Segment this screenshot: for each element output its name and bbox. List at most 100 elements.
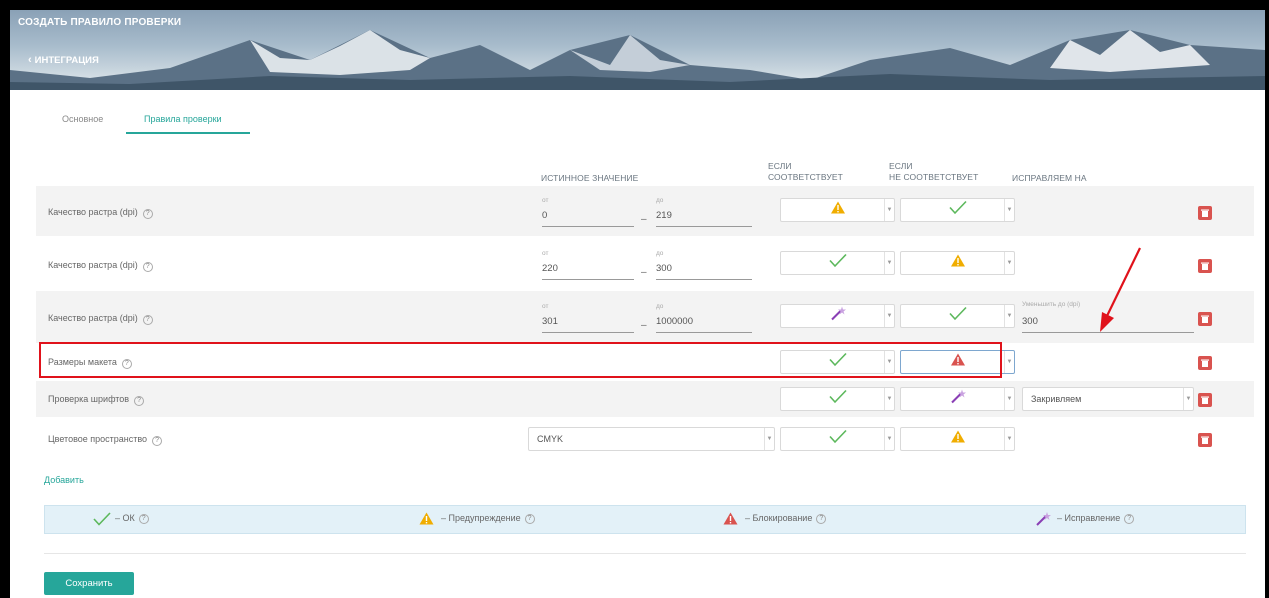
rule-label-text: Качество растра (dpi) <box>48 260 138 270</box>
value-select-value: CMYK <box>537 434 564 444</box>
chevron-down-icon: ▼ <box>884 252 894 274</box>
warning-icon <box>830 201 845 219</box>
header-banner: СОЗДАТЬ ПРАВИЛО ПРОВЕРКИ ‹ ИНТЕГРАЦИЯ <box>10 10 1265 90</box>
rule-label-text: Проверка шрифтов <box>48 394 130 404</box>
chevron-down-icon: ▼ <box>1004 351 1014 373</box>
check-icon <box>828 253 847 273</box>
legend-block-label: – Блокирование <box>745 513 813 523</box>
magic-wand-icon <box>1035 512 1051 528</box>
column-header-if-match-line2: СООТВЕТСТВУЕТ <box>768 172 843 182</box>
trash-icon <box>1201 209 1209 217</box>
help-icon[interactable]: ? <box>142 262 153 272</box>
if-match-select[interactable]: ▼ <box>780 427 895 451</box>
help-icon[interactable]: ? <box>816 513 827 524</box>
delete-rule-button[interactable] <box>1198 433 1212 447</box>
if-not-match-select[interactable]: ▼ <box>900 427 1015 451</box>
range-from-input[interactable]: 0 <box>542 210 634 227</box>
trash-icon <box>1201 396 1209 404</box>
check-icon <box>948 306 967 326</box>
value-select[interactable]: CMYK ▼ <box>528 427 775 451</box>
fix-value-label: Уменьшить до (dpi) <box>1022 301 1081 308</box>
if-match-select[interactable]: ▼ <box>780 304 895 328</box>
if-not-match-select[interactable]: ▼ <box>900 251 1015 275</box>
range-from-input[interactable]: 220 <box>542 263 634 280</box>
chevron-down-icon: ▼ <box>1004 305 1014 327</box>
delete-rule-button[interactable] <box>1198 356 1212 370</box>
chevron-down-icon: ▼ <box>1004 252 1014 274</box>
range-dash: – <box>641 320 647 331</box>
warning-icon <box>950 254 965 272</box>
help-icon[interactable]: ? <box>138 513 149 524</box>
help-icon[interactable]: ? <box>152 436 163 446</box>
fix-select-value: Закривляем <box>1031 394 1082 404</box>
tab-basic[interactable]: Основное <box>62 114 103 124</box>
check-icon <box>948 200 967 220</box>
active-tab-indicator <box>126 132 250 134</box>
delete-rule-button[interactable] <box>1198 393 1212 407</box>
delete-rule-button[interactable] <box>1198 259 1212 273</box>
delete-rule-button[interactable] <box>1198 312 1212 326</box>
column-header-fix-to: ИСПРАВЛЯЕМ НА <box>1012 173 1087 183</box>
if-match-select[interactable]: ▼ <box>780 387 895 411</box>
tab-bar: Основное Правила проверки <box>10 90 1265 140</box>
trash-icon <box>1201 359 1209 367</box>
range-from-input[interactable]: 301 <box>542 316 634 333</box>
column-header-true-value: ИСТИННОЕ ЗНАЧЕНИЕ <box>541 173 639 183</box>
magic-wand-icon <box>830 306 846 326</box>
rule-label: Проверка шрифтов? <box>48 394 145 406</box>
add-rule-link[interactable]: Добавить <box>44 475 84 485</box>
trash-icon <box>1201 436 1209 444</box>
help-icon[interactable]: ? <box>524 513 535 524</box>
rule-row: Качество растра (dpi)? от 0 – до 219 ▼ ▼ <box>36 186 1254 236</box>
back-link[interactable]: ‹ ИНТЕГРАЦИЯ <box>28 54 99 66</box>
from-label: от <box>542 303 549 310</box>
fix-select[interactable]: Закривляем ▼ <box>1022 387 1194 411</box>
rule-label: Качество растра (dpi)? <box>48 207 153 219</box>
range-to-input[interactable]: 300 <box>656 263 752 280</box>
rule-label-text: Качество растра (dpi) <box>48 207 138 217</box>
chevron-down-icon: ▼ <box>884 388 894 410</box>
chevron-down-icon: ▼ <box>1004 428 1014 450</box>
to-label: до <box>656 303 664 310</box>
chevron-down-icon: ▼ <box>884 305 894 327</box>
page-title: СОЗДАТЬ ПРАВИЛО ПРОВЕРКИ <box>18 17 182 28</box>
magic-wand-icon <box>950 389 966 409</box>
annotation-highlight-box <box>39 342 1002 378</box>
chevron-down-icon: ▼ <box>884 199 894 221</box>
rule-row: Качество растра (dpi)? от 220 – до 300 ▼… <box>36 238 1254 290</box>
chevron-left-icon: ‹ <box>28 54 32 66</box>
help-icon[interactable]: ? <box>1124 513 1135 524</box>
from-label: от <box>542 197 549 204</box>
help-icon[interactable]: ? <box>142 315 153 325</box>
rule-row: Качество растра (dpi)? от 301 – до 10000… <box>36 291 1254 343</box>
legend: – ОК? – Предупреждение? – Блокирование? … <box>44 505 1246 534</box>
chevron-down-icon: ▼ <box>1004 388 1014 410</box>
range-dash: – <box>641 214 647 225</box>
legend-fix-label: – Исправление <box>1057 513 1121 523</box>
column-header-if-not-match: ЕСЛИ НЕ СООТВЕТСТВУЕТ <box>889 161 978 183</box>
rule-label-text: Качество растра (dpi) <box>48 313 138 323</box>
back-link-label: ИНТЕГРАЦИЯ <box>34 55 99 66</box>
if-match-select[interactable]: ▼ <box>780 198 895 222</box>
warning-icon <box>419 512 434 527</box>
tab-rules[interactable]: Правила проверки <box>144 114 222 124</box>
trash-icon <box>1201 315 1209 323</box>
fix-value-input[interactable]: 300 <box>1022 316 1194 333</box>
delete-rule-button[interactable] <box>1198 206 1212 220</box>
chevron-down-icon: ▼ <box>764 428 774 450</box>
range-to-input[interactable]: 1000000 <box>656 316 752 333</box>
check-icon <box>828 429 847 449</box>
to-label: до <box>656 250 664 257</box>
help-icon[interactable]: ? <box>142 209 153 219</box>
rule-row: Цветовое пространство? CMYK ▼ ▼ ▼ <box>36 418 1254 460</box>
range-to-input[interactable]: 219 <box>656 210 752 227</box>
from-label: от <box>542 250 549 257</box>
if-match-select[interactable]: ▼ <box>780 251 895 275</box>
trash-icon <box>1201 262 1209 270</box>
if-not-match-select[interactable]: ▼ <box>900 198 1015 222</box>
save-button[interactable]: Сохранить <box>44 572 134 595</box>
if-not-match-select[interactable]: ▼ <box>900 304 1015 328</box>
help-icon[interactable]: ? <box>134 396 145 406</box>
if-not-match-select[interactable]: ▼ <box>900 387 1015 411</box>
column-header-if-not-match-line2: НЕ СООТВЕТСТВУЕТ <box>889 172 979 182</box>
